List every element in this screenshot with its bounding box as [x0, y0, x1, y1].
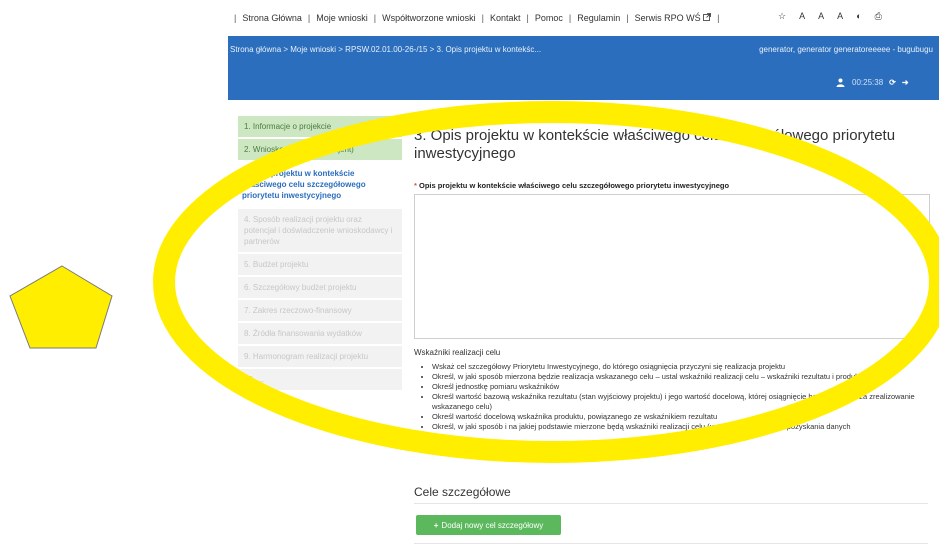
pentagon-marker	[9, 265, 113, 349]
annotation-overlay	[9, 101, 939, 463]
highlight-ellipse	[153, 101, 939, 463]
